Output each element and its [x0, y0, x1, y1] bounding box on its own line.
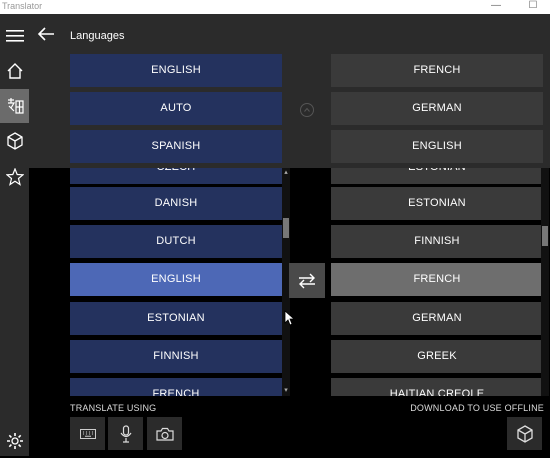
keyboard-input-button[interactable]	[70, 417, 105, 450]
list-item[interactable]: GREEK	[331, 340, 543, 373]
list-item[interactable]: DANISH	[70, 187, 282, 220]
camera-input-button[interactable]	[147, 417, 182, 450]
minimize-button[interactable]: —	[485, 0, 507, 14]
target-scrollbar[interactable]	[541, 168, 549, 396]
target-language-list[interactable]: ESTONIAN ESTONIAN FINNISH FRENCH GERMAN …	[331, 168, 543, 396]
recent-target-french[interactable]: FRENCH	[331, 54, 543, 87]
page-title: Languages	[70, 30, 125, 42]
swap-languages-button[interactable]	[289, 263, 325, 298]
voice-input-button[interactable]	[108, 417, 143, 450]
recent-target-german[interactable]: GERMAN	[331, 92, 543, 125]
home-button[interactable]	[0, 54, 29, 88]
list-item[interactable]: CZECH	[70, 168, 282, 184]
list-item[interactable]: DUTCH	[70, 225, 282, 258]
keyboard-icon	[79, 428, 96, 439]
list-item[interactable]: FRENCH	[70, 378, 282, 396]
mouse-cursor-icon	[284, 310, 294, 326]
target-scroll-thumb[interactable]	[542, 226, 548, 246]
scroll-down-icon[interactable]: ▾	[282, 386, 290, 394]
cube-icon	[516, 424, 533, 443]
page-header: Languages	[29, 14, 550, 54]
hamburger-icon	[5, 30, 24, 42]
swap-arrows-icon	[299, 273, 315, 288]
sidebar	[0, 14, 29, 456]
maximize-button[interactable]: ☐	[522, 0, 544, 14]
list-item-selected[interactable]: ENGLISH	[70, 263, 282, 296]
recent-source-auto[interactable]: AUTO	[70, 92, 282, 125]
list-item[interactable]: ESTONIAN	[70, 302, 282, 335]
list-item-selected[interactable]: FRENCH	[331, 263, 543, 296]
microphone-icon	[120, 424, 131, 443]
bottom-bar: TRANSLATE USING DOWNLOAD TO USE OFFLINE	[29, 396, 550, 456]
scroll-up-icon[interactable]: ▴	[282, 168, 290, 176]
star-icon	[5, 168, 24, 186]
download-offline-label: DOWNLOAD TO USE OFFLINE	[410, 403, 544, 413]
list-item[interactable]: ESTONIAN	[331, 168, 543, 184]
back-arrow-icon	[37, 27, 54, 41]
swap-indicator-icon	[300, 103, 314, 117]
list-item[interactable]: FINNISH	[70, 340, 282, 373]
list-item[interactable]: HAITIAN CREOLE	[331, 378, 543, 396]
list-item[interactable]: GERMAN	[331, 302, 543, 335]
settings-button[interactable]	[0, 424, 29, 458]
favorites-button[interactable]	[0, 160, 29, 194]
recent-source-english[interactable]: ENGLISH	[70, 54, 282, 87]
gear-icon	[6, 433, 23, 449]
translate-using-label: TRANSLATE USING	[70, 403, 157, 413]
recent-target-english[interactable]: ENGLISH	[331, 130, 543, 163]
translate-characters-icon	[7, 98, 24, 114]
source-language-list[interactable]: CZECH DANISH DUTCH ENGLISH ESTONIAN FINN…	[70, 168, 282, 396]
phrasebook-button[interactable]	[0, 89, 29, 123]
cube-icon	[6, 132, 23, 150]
app-title: Translator	[2, 1, 43, 11]
home-icon	[7, 63, 22, 79]
title-bar: Translator — ☐	[0, 0, 550, 14]
camera-icon	[155, 427, 174, 441]
download-offline-button[interactable]	[507, 417, 542, 450]
recent-source-spanish[interactable]: SPANISH	[70, 130, 282, 163]
menu-button[interactable]	[0, 19, 29, 53]
list-item[interactable]: FINNISH	[331, 225, 543, 258]
offline-languages-button[interactable]	[0, 124, 29, 158]
list-item[interactable]: ESTONIAN	[331, 187, 543, 220]
source-scroll-thumb[interactable]	[283, 218, 289, 238]
back-button[interactable]	[33, 22, 59, 46]
